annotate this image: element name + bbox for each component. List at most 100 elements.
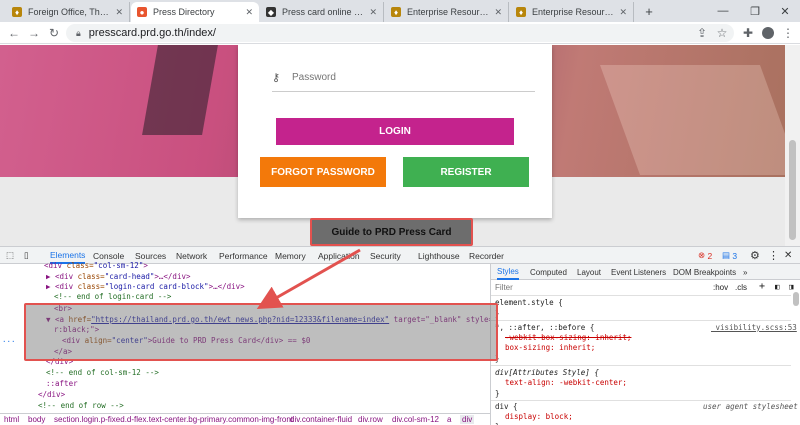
style-property[interactable]: text-align: -webkit-center; xyxy=(505,378,627,387)
profile-avatar-icon[interactable] xyxy=(760,25,776,41)
style-property[interactable]: box-sizing: inherit; xyxy=(505,343,595,352)
browser-tab[interactable]: ◆ Press card online Regstra ✕ xyxy=(260,2,384,22)
tab-application[interactable]: Application xyxy=(318,247,360,264)
erp-favicon-icon: ♦ xyxy=(391,7,401,17)
style-selector[interactable]: element.style { xyxy=(495,298,563,307)
tab-layout[interactable]: Layout xyxy=(577,264,601,280)
style-property[interactable]: display: block; xyxy=(505,412,573,421)
tab-label: Press Directory xyxy=(153,7,215,17)
hero-light-shape xyxy=(599,65,785,175)
browser-tab-active[interactable]: ● Press Directory ✕ xyxy=(131,2,259,22)
close-tab-icon[interactable]: ✕ xyxy=(115,7,123,18)
share-icon[interactable]: ⇪ xyxy=(694,25,710,41)
cls-toggle[interactable]: .cls xyxy=(735,283,747,292)
style-selector[interactable]: *, ::after, ::before { xyxy=(495,323,594,332)
back-arrow-icon[interactable]: ← xyxy=(6,25,22,41)
dom-line[interactable]: </div> xyxy=(38,390,65,399)
tab-label: Press card online Regstra xyxy=(282,7,366,17)
restore-icon[interactable]: ❐ xyxy=(740,0,770,22)
forward-arrow-icon[interactable]: → xyxy=(26,25,42,41)
new-tab-button[interactable]: + xyxy=(634,0,664,22)
devtools-device-icon[interactable]: ▯ xyxy=(24,247,29,264)
tab-lighthouse[interactable]: Lighthouse xyxy=(418,247,460,264)
breadcrumb-item[interactable]: div.container-fluid xyxy=(290,415,352,424)
register-button[interactable]: REGISTER xyxy=(403,157,529,187)
page-viewport: ⚷ LOGIN FORGOT PASSWORD REGISTER Guide t… xyxy=(0,45,785,246)
reload-icon[interactable]: ↻ xyxy=(46,25,62,41)
styles-divider xyxy=(491,400,791,401)
error-count-badge[interactable]: ⊗ 2 xyxy=(698,247,712,264)
dom-line[interactable]: ▶ <div class="login-card card-block">…</… xyxy=(46,282,245,291)
tab-recorder[interactable]: Recorder xyxy=(469,247,504,264)
styles-filter-input[interactable]: Filter xyxy=(495,283,745,295)
styles-scrollbar-thumb[interactable] xyxy=(793,292,799,306)
breadcrumb-item[interactable]: body xyxy=(28,415,45,424)
tab-styles[interactable]: Styles xyxy=(497,264,519,280)
bookmark-star-icon[interactable]: ☆ xyxy=(714,25,730,41)
close-tab-icon[interactable]: ✕ xyxy=(494,7,502,18)
devtools-menu-icon[interactable]: ⋮ xyxy=(768,247,779,264)
message-count-badge[interactable]: ▤ 3 xyxy=(722,247,737,264)
breadcrumb-item[interactable]: div.col-sm-12 xyxy=(392,415,439,424)
tab-dom-breakpoints[interactable]: DOM Breakpoints xyxy=(673,264,736,280)
devtools-close-icon[interactable]: ✕ xyxy=(784,247,792,264)
add-rule-icon[interactable]: + xyxy=(759,281,765,292)
login-button[interactable]: LOGIN xyxy=(276,118,514,145)
dom-breadcrumbs: html body section.login.p-fixed.d-flex.t… xyxy=(0,413,490,425)
highlight-annotation-box xyxy=(24,303,498,361)
tab-memory[interactable]: Memory xyxy=(275,247,306,264)
tab-security[interactable]: Security xyxy=(370,247,401,264)
address-bar[interactable]: 🔒︎ presscard.prd.go.th/index/ xyxy=(66,24,734,42)
styles-tab-bar: Styles Computed Layout Event Listeners D… xyxy=(491,264,800,280)
tab-network[interactable]: Network xyxy=(176,247,207,264)
tab-computed[interactable]: Computed xyxy=(530,264,567,280)
browser-tab[interactable]: ♦ Foreign Office, The Gove ✕ xyxy=(6,2,130,22)
hov-toggle[interactable]: :hov xyxy=(713,283,728,292)
erp-favicon-icon: ♦ xyxy=(516,7,526,17)
dom-comment[interactable]: <!-- end of col-sm-12 --> xyxy=(46,368,159,377)
breadcrumb-item[interactable]: div.row xyxy=(358,415,383,424)
toggle-sidebar-icon[interactable]: ◧ xyxy=(775,282,780,291)
style-selector[interactable]: div[Attributes Style] { xyxy=(495,368,599,377)
dom-comment[interactable]: <!-- end of row --> xyxy=(38,401,124,410)
close-tab-icon[interactable]: ✕ xyxy=(369,7,377,18)
style-property[interactable]: -webkit-box-sizing: inherit; xyxy=(505,333,631,342)
dom-line[interactable]: ▶ <div class="card-head">…</div> xyxy=(46,272,191,281)
error-icon: ⊗ xyxy=(698,250,708,260)
close-tab-icon[interactable]: ✕ xyxy=(245,7,253,18)
close-tab-icon[interactable]: ✕ xyxy=(619,7,627,18)
guide-link-highlight[interactable]: Guide to PRD Press Card xyxy=(310,218,473,246)
extensions-puzzle-icon[interactable]: ✚ xyxy=(740,25,756,41)
style-source-ua: user agent stylesheet xyxy=(703,402,798,411)
tab-event-listeners[interactable]: Event Listeners xyxy=(611,264,666,280)
forgot-password-button[interactable]: FORGOT PASSWORD xyxy=(260,157,386,187)
style-source-link[interactable]: _visibility.scss:53 xyxy=(711,323,797,332)
browser-tab[interactable]: ♦ Enterprise Resource Plan ✕ xyxy=(510,2,634,22)
dom-line[interactable]: <div class="col-sm-12"> xyxy=(44,261,148,270)
breadcrumb-item-selected[interactable]: div xyxy=(460,415,475,424)
password-field[interactable]: ⚷ xyxy=(272,64,535,92)
browser-menu-icon[interactable]: ⋮ xyxy=(780,25,796,41)
breadcrumb-item[interactable]: section.login.p-fixed.d-flex.text-center… xyxy=(54,415,293,424)
more-tabs-icon[interactable]: » xyxy=(743,264,747,280)
devtools-settings-gear-icon[interactable]: ⚙ xyxy=(750,247,760,264)
breadcrumb-item[interactable]: a xyxy=(447,415,451,424)
tab-performance[interactable]: Performance xyxy=(219,247,268,264)
style-selector[interactable]: div { xyxy=(495,402,518,411)
dom-pseudo-after[interactable]: ::after xyxy=(46,379,78,388)
page-scrollbar-thumb[interactable] xyxy=(789,140,796,240)
styles-divider xyxy=(491,365,791,366)
breadcrumb-item[interactable]: html xyxy=(4,415,19,424)
press-directory-favicon-icon: ● xyxy=(137,7,147,17)
styles-divider xyxy=(491,320,791,321)
tab-label: Enterprise Resource Plan xyxy=(407,7,490,17)
devtools-inspect-icon[interactable]: ⬚ xyxy=(6,247,14,264)
close-window-icon[interactable]: ✕ xyxy=(770,0,800,22)
password-input[interactable] xyxy=(292,72,512,83)
computed-toggle-icon[interactable]: ◨ xyxy=(789,282,794,291)
browser-toolbar: ← → ↻ 🔒︎ presscard.prd.go.th/index/ ⇪ ☆ … xyxy=(0,22,800,44)
minimize-icon[interactable]: — xyxy=(708,0,738,22)
browser-tab[interactable]: ♦ Enterprise Resource Plan ✕ xyxy=(385,2,509,22)
dom-ellipsis-icon[interactable]: ··· xyxy=(2,337,16,346)
dom-comment[interactable]: <!-- end of login-card --> xyxy=(54,292,171,301)
